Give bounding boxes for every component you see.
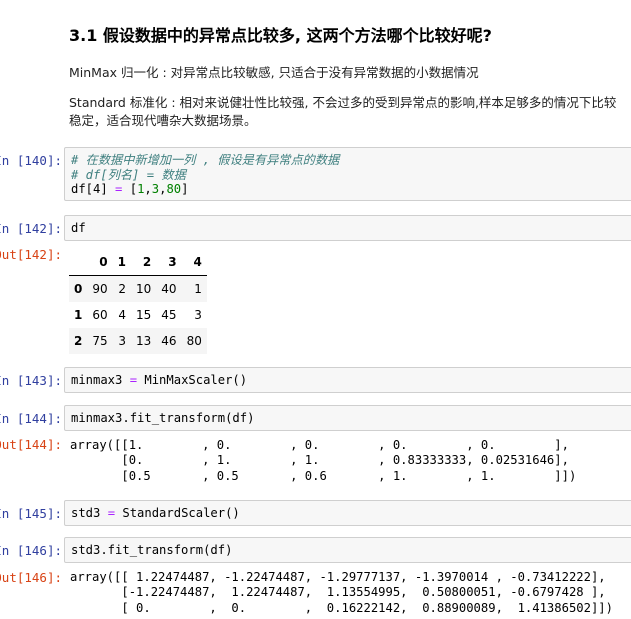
code-token: StandardScaler() xyxy=(115,506,240,520)
table-cell: 60 xyxy=(92,308,108,322)
dataframe-header-row: 0 1 2 3 4 xyxy=(69,249,207,276)
code-token: df[4] xyxy=(71,182,116,196)
out-prompt-146: Out[146]: xyxy=(0,570,62,585)
row-index: 2 xyxy=(69,328,88,354)
code-token: minmax3 xyxy=(71,373,130,387)
code-token: ] xyxy=(181,182,189,196)
out-prompt-144-wrap: Out[144]: xyxy=(0,437,62,457)
table-cell: 2 xyxy=(112,275,131,302)
code-operator: = xyxy=(107,506,116,520)
standard-description: Standard 标准化 : 相对来说健壮性比较强, 不会过多的受到异常点的影响… xyxy=(69,95,617,128)
column-header: 4 xyxy=(181,249,207,276)
output-array-146: array([[ 1.22474487, -1.22474487, -1.297… xyxy=(70,570,613,615)
table-cell: 1 xyxy=(181,275,207,302)
section-heading: 3.1 假设数据中的异常点比较多, 这两个方法哪个比较好呢? xyxy=(69,26,492,45)
out-prompt-142-wrap: Out[142]: xyxy=(0,247,62,267)
table-cell: 10 xyxy=(131,275,157,302)
out-prompt-144: Out[144]: xyxy=(0,437,62,452)
index-header xyxy=(69,249,88,276)
code-cell-143[interactable]: minmax3 = MinMaxScaler() xyxy=(64,367,631,393)
table-row: 0 90 2 10 40 1 xyxy=(69,275,207,302)
column-header: 3 xyxy=(156,249,182,276)
in-prompt-143-wrap: In [143]: xyxy=(0,373,62,393)
table-cell: 13 xyxy=(131,328,157,354)
code-token: MinMaxScaler() xyxy=(137,373,248,387)
in-prompt-144-wrap: In [144]: xyxy=(0,411,62,431)
row-index: 0 xyxy=(69,275,88,302)
table-cell: 45 xyxy=(161,308,177,322)
code-cell-140[interactable]: # 在数据中新增加一列 , 假设是有异常点的数据 # df[列名] = 数据 d… xyxy=(64,147,631,201)
in-prompt-140: In [140]: xyxy=(0,153,62,168)
column-header: 0 xyxy=(87,249,113,276)
code-operator: = xyxy=(129,373,138,387)
in-prompt-140-wrap: In [140]: xyxy=(0,153,62,173)
code-number: 1 xyxy=(137,182,145,196)
minmax-description: MinMax 归一化 : 对异常点比较敏感, 只适合于没有异常数据的小数据情况 xyxy=(69,65,479,80)
code-token: std3.fit_transform(df) xyxy=(71,543,233,557)
code-token: df xyxy=(71,221,86,235)
code-token: [ xyxy=(122,182,138,196)
table-row: 1 60 4 15 45 3 xyxy=(69,302,207,328)
table-cell: 3 xyxy=(112,328,131,354)
table-cell: 4 xyxy=(118,308,126,322)
in-prompt-144: In [144]: xyxy=(0,411,62,426)
in-prompt-146-wrap: In [146]: xyxy=(0,543,62,563)
out-prompt-142: Out[142]: xyxy=(0,247,62,262)
in-prompt-145-wrap: In [145]: xyxy=(0,506,62,526)
table-cell: 46 xyxy=(156,328,182,354)
column-header: 1 xyxy=(112,249,131,276)
table-cell: 90 xyxy=(87,275,113,302)
row-index: 1 xyxy=(74,308,83,322)
out-prompt-146-wrap: Out[146]: xyxy=(0,570,62,590)
code-cell-146[interactable]: std3.fit_transform(df) xyxy=(64,537,631,563)
code-comment-line: # df[列名] = 数据 xyxy=(71,167,186,182)
table-cell: 40 xyxy=(156,275,182,302)
code-cell-142[interactable]: df xyxy=(64,215,631,241)
table-cell: 3 xyxy=(194,308,202,322)
table-cell: 75 xyxy=(87,328,113,354)
code-token: std3 xyxy=(71,506,108,520)
in-prompt-145: In [145]: xyxy=(0,506,62,521)
in-prompt-142: In [142]: xyxy=(0,221,62,236)
code-comment-line: # 在数据中新增加一列 , 假设是有异常点的数据 xyxy=(71,153,340,167)
dataframe-table: 0 1 2 3 4 0 90 2 10 40 1 1 60 4 15 45 3 … xyxy=(69,249,207,354)
column-header: 2 xyxy=(131,249,157,276)
output-array-144: array([[1. , 0. , 0. , 0. , 0. ], [0. , … xyxy=(70,438,577,483)
table-cell: 80 xyxy=(181,328,207,354)
in-prompt-146: In [146]: xyxy=(0,543,62,558)
table-row: 2 75 3 13 46 80 xyxy=(69,328,207,354)
table-cell: 15 xyxy=(136,308,152,322)
in-prompt-142-wrap: In [142]: xyxy=(0,221,62,241)
code-token: minmax3.fit_transform(df) xyxy=(71,411,255,425)
code-number: 3 xyxy=(151,182,160,196)
in-prompt-143: In [143]: xyxy=(0,373,62,388)
code-cell-144[interactable]: minmax3.fit_transform(df) xyxy=(64,405,631,431)
code-cell-145[interactable]: std3 = StandardScaler() xyxy=(64,500,631,526)
code-number: 80 xyxy=(166,182,182,196)
